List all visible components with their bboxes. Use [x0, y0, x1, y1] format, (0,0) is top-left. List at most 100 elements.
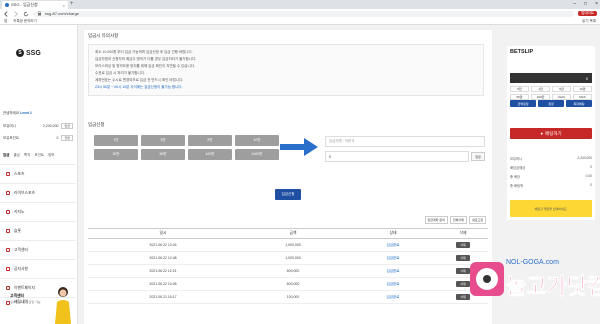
chip-button[interactable]: 10만 [573, 86, 592, 92]
notice-title: 입금시 유의사항 [88, 33, 119, 38]
notice-line: 23시 50분 ~ 00시 10분 사이에는 입금신청이 불가능 합니다. [95, 85, 183, 89]
live-icon [6, 191, 10, 195]
slot-icon [6, 229, 10, 233]
site-logo[interactable]: S SSG [16, 49, 41, 57]
notice-icon [6, 267, 10, 271]
amount-reset-button[interactable]: 금액정정 [510, 100, 536, 107]
deposit-title: 입금신청 [88, 122, 105, 127]
balance-row: 보유머니 2,240,000 입금 [3, 123, 73, 129]
lock-icon [38, 11, 41, 16]
amount-button[interactable]: 30만 [94, 149, 138, 160]
reload-icon[interactable] [23, 11, 29, 17]
close-window-icon[interactable]: × [595, 1, 598, 7]
select-game-warning: 배팅할 게임을 선택하세요. [510, 200, 592, 217]
notice-line: 계좌번호는 수시로 변경되므로 입금 전 반드시 확인 바랍니다. [95, 78, 184, 82]
bet-amount-field[interactable]: 0 [510, 73, 592, 83]
user-level: Level 1 [20, 111, 32, 115]
minimize-icon[interactable]: – [573, 1, 576, 7]
cs-agent-image [55, 287, 71, 324]
tab-close-icon[interactable]: × [63, 3, 65, 8]
watermark-domain: NOL-GOGA.com [506, 259, 559, 266]
bookmark-apps[interactable]: 앱 [4, 19, 7, 24]
chip-button[interactable]: 5천 [510, 86, 529, 92]
amount-button[interactable]: 50만 [141, 149, 185, 160]
amount-button[interactable]: 1000만 [235, 149, 279, 160]
correct-button[interactable]: 정정 [538, 100, 564, 107]
chip-button[interactable]: 5만 [552, 86, 571, 92]
cs-title: 고객센터 [10, 294, 24, 298]
table-row: 2021.06.22 13:24 1,000,000 입금완료 삭제 [88, 239, 488, 252]
notice-line: 보이스피싱 및 명의도용 방지를 위해 입금 확인이 지연될 수 있습니다. [95, 64, 195, 68]
update-button[interactable]: 업데이트 [578, 11, 597, 16]
coin-icon: ● [540, 131, 544, 136]
charge-button[interactable]: 입금 [61, 123, 73, 129]
amount-button[interactable]: 100만 [188, 149, 232, 160]
amount-button[interactable]: 5만 [188, 135, 232, 146]
menu-live-sports[interactable]: 라이브스포츠 [0, 183, 78, 202]
amount-input[interactable]: 0 [325, 151, 469, 162]
delete-all-button[interactable]: 전체삭제 [449, 216, 467, 224]
tab-deposit[interactable]: 입금 [3, 153, 9, 158]
submit-deposit-button[interactable]: 입금신청 [275, 189, 301, 200]
back-icon[interactable] [3, 10, 9, 17]
convert-button[interactable]: 전환 [61, 135, 73, 141]
menu-slot[interactable]: 슬롯 [0, 221, 78, 240]
table-row: 2021.06.22 13:06 600,000 입금완료 삭제 [88, 278, 488, 291]
menu-casino[interactable]: 카지노 [0, 202, 78, 221]
favicon-icon [5, 3, 9, 7]
place-bet-button[interactable]: ● 배팅하기 [510, 128, 592, 139]
logo-text: SSG [26, 49, 41, 57]
max-bet-button[interactable]: 최대배팅 [566, 100, 592, 107]
sidebar-tabs: 입금 출금 쪽지 포인트 정보 [3, 153, 75, 158]
table-row: 2021.06.22 12:21 600,000 입금완료 삭제 [88, 265, 488, 278]
amount-button[interactable]: 10만 [235, 135, 279, 146]
tab-title: SSG - 입금신청 [11, 2, 38, 7]
menu-notice[interactable]: 공지사항 [0, 259, 78, 278]
table-row: 2021.06.21 15:17 100,000 입금완료 삭제 [88, 291, 488, 304]
browser-tabbar: SSG - 입금신청 × + – □ × [0, 0, 600, 9]
delete-button[interactable]: 삭제 [456, 242, 470, 248]
reading-list[interactable]: 읽기 목록 [582, 19, 596, 24]
tab-withdraw[interactable]: 출금 [13, 153, 19, 158]
refresh-button[interactable]: 새로고침 [468, 216, 486, 224]
notice-line: 최소 10,000원 부터 입금 가능하며 입금신청 후 입금 진행 바랍니다. [95, 50, 193, 54]
notice-box: 최소 10,000원 부터 입금 가능하며 입금신청 후 입금 진행 바랍니다.… [88, 44, 484, 96]
tab-info[interactable]: 정보 [48, 153, 54, 158]
forward-icon[interactable] [13, 10, 19, 17]
user-greeting: 안녕하세요 Level 1 [3, 111, 32, 115]
betslip-panel: BETSLIP 0 5천 1만 5만 10만 50만 100만 HALF MAX… [507, 46, 595, 220]
menu-sports[interactable]: 스포츠 [0, 164, 78, 183]
maximize-icon[interactable]: □ [584, 1, 587, 7]
url-input[interactable]: ssg-87.com/charge [33, 10, 575, 17]
notice-line: 입금자명과 신청자의 예금주 명의가 다를 경우 입금처리가 불가합니다. [95, 57, 197, 61]
bet-chip-buttons: 5천 1만 5만 10만 50만 100만 HALF MAX [510, 86, 592, 100]
watermark-logo: NOL-GOGA.com 놀고가닷컴 [470, 259, 600, 300]
main-panel: 입금시 유의사항 최소 10,000원 부터 입금 가능하며 입금신청 후 입금… [84, 30, 492, 324]
watermark-text: 놀고가닷컴 [506, 275, 600, 300]
customer-center-banner[interactable]: 고객센터 실시간 24시간 상담 가능 [0, 282, 78, 324]
bookmarks-bar: 앱 카톡방 문의하기 읽기 목록 [0, 18, 600, 25]
tab-point[interactable]: 포인트 [34, 153, 44, 158]
history-buttons: 입금계좌 문의 전체삭제 새로고침 [424, 216, 486, 224]
point-value: 0 [56, 136, 59, 140]
point-row: 보유포인트 0 전환 [3, 135, 73, 141]
left-sidebar: S SSG 안녕하세요 Level 1 보유머니 2,240,000 입금 보유포… [0, 25, 78, 324]
balance-value: 2,240,000 [42, 124, 59, 128]
betslip-row: 배당금예상 0 [510, 165, 592, 170]
amount-button[interactable]: 1만 [94, 135, 138, 146]
bet-action-buttons: 금액정정 정정 최대배팅 [510, 100, 592, 107]
url-text: ssg-87.com/charge [45, 11, 80, 16]
browser-tab[interactable]: SSG - 입금신청 × [2, 1, 68, 9]
account-inquiry-button[interactable]: 입금계좌 문의 [424, 216, 448, 224]
chip-button[interactable]: 1만 [531, 86, 550, 92]
amount-button[interactable]: 3만 [141, 135, 185, 146]
new-tab-button[interactable]: + [70, 1, 74, 7]
table-row: 2021.06.22 12:48 1,000,000 입금완료 삭제 [88, 252, 488, 265]
notice-line: 수표로 입금 시 처리가 불가합니다. [95, 71, 145, 75]
tab-message[interactable]: 쪽지 [24, 153, 30, 158]
logo-icon: S [16, 49, 24, 57]
menu-support[interactable]: 고객센터 [0, 240, 78, 259]
bookmark-kakao[interactable]: 카톡방 문의하기 [13, 19, 37, 24]
reset-button[interactable]: 정정 [471, 152, 485, 161]
depositor-name-field[interactable]: 입금자명 : 이한석 [325, 136, 485, 147]
